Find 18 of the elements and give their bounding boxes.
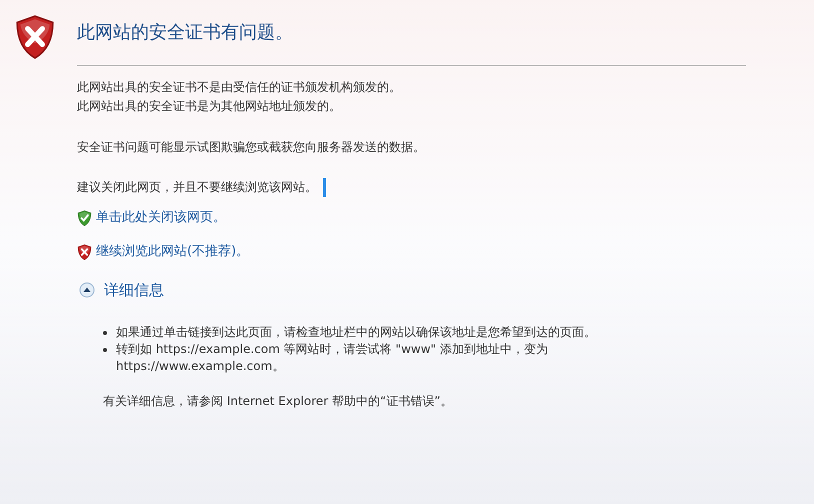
bullet-text: 如果通过单击链接到达此页面，请检查地址栏中的网站以确保该地址是您希望到达的页面。: [116, 324, 596, 338]
bullet-icon: [103, 348, 107, 352]
page-title: 此网站的安全证书有问题。: [77, 21, 294, 45]
warning-text: 安全证书问题可能显示试图欺骗您或截获您向服务器发送的数据。: [77, 139, 426, 156]
message-text: 此网站出具的安全证书是为其他网站地址颁发的。: [77, 98, 342, 115]
shield-check-icon: [77, 210, 92, 226]
link[interactable]: 单击此处关闭该网页。: [96, 210, 226, 226]
bullet-icon: [103, 330, 107, 334]
shield-x-icon: [77, 244, 92, 260]
message-text: 此网站出具的安全证书不是由受信任的证书颁发机构颁发的。: [77, 79, 402, 96]
advice-text: 建议关闭此网页，并且不要继续浏览该网站。: [77, 179, 317, 196]
link[interactable]: 继续浏览此网站(不推荐)。: [96, 244, 250, 260]
collapse-icon[interactable]: [79, 282, 95, 298]
shield-x-icon: [14, 14, 56, 60]
details-toggle[interactable]: 详细信息: [104, 279, 164, 302]
bullet-text: 转到如 https://example.com 等网站时，请尝试将 "www" 添加到地址中，变为 https://www.example.com。: [116, 342, 548, 372]
help-text: 有关详细信息，请参阅 Internet Explorer 帮助中的“证书错误”。: [103, 392, 454, 410]
text-cursor: [323, 178, 326, 197]
